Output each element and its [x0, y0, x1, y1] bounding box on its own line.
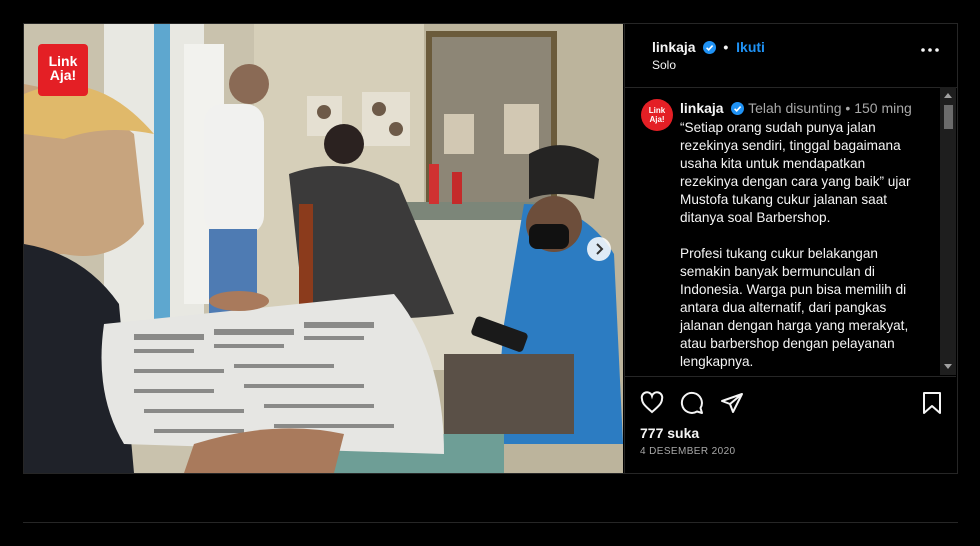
caption-username[interactable]: linkaja — [680, 100, 724, 116]
instagram-post: Link Aja! linkaja • Ikuti Solo Link Aja!… — [23, 23, 958, 474]
avatar[interactable]: Link Aja! — [641, 99, 673, 131]
scroll-up-arrow[interactable] — [944, 93, 952, 98]
caption-meta: linkaja Telah disunting • 150 ming — [680, 100, 912, 116]
caption-time[interactable]: 150 ming — [854, 100, 912, 116]
verified-badge-icon — [703, 41, 717, 54]
meta-separator: • — [845, 100, 851, 116]
svg-text:Aja!: Aja! — [649, 115, 664, 124]
caption-paragraph: “Setiap orang sudah punya jalan rezekiny… — [680, 120, 911, 225]
caption-paragraph: Profesi tukang cukur belakangan semakin … — [680, 246, 909, 369]
chevron-right-icon — [596, 243, 604, 255]
post-header: linkaja • Ikuti Solo — [625, 24, 957, 88]
post-actions: 777 suka 4 DESEMBER 2020 — [625, 376, 956, 474]
svg-text:Link: Link — [649, 106, 666, 115]
caption-scrollbar[interactable] — [940, 87, 956, 375]
more-dots-icon[interactable] — [921, 48, 939, 52]
caption-text: “Setiap orang sudah punya jalan rezekiny… — [680, 119, 920, 375]
dot-separator: • — [723, 39, 729, 55]
barbershop-photo — [24, 24, 623, 473]
scroll-thumb[interactable] — [944, 105, 953, 129]
scroll-down-arrow[interactable] — [944, 364, 952, 369]
location-link[interactable]: Solo — [652, 58, 676, 72]
header-user: linkaja • Ikuti — [652, 39, 765, 55]
comment-icon[interactable] — [680, 391, 704, 415]
divider — [23, 522, 958, 523]
post-side-panel: linkaja • Ikuti Solo Link Aja! linkaja T… — [624, 24, 957, 473]
post-photo[interactable]: Link Aja! — [24, 24, 623, 473]
share-icon[interactable] — [720, 391, 744, 415]
caption-area[interactable]: Link Aja! linkaja Telah disunting • 150 … — [625, 87, 956, 375]
like-count[interactable]: 777 suka — [640, 425, 699, 441]
linkaja-logo: Link Aja! — [38, 44, 88, 96]
verified-badge-icon — [731, 102, 745, 115]
username-link[interactable]: linkaja — [652, 39, 696, 55]
bookmark-icon[interactable] — [921, 391, 943, 415]
heart-icon[interactable] — [640, 391, 664, 415]
post-date[interactable]: 4 DESEMBER 2020 — [640, 446, 736, 457]
follow-button[interactable]: Ikuti — [736, 39, 765, 55]
next-photo-button[interactable] — [587, 237, 611, 261]
edited-label: Telah disunting — [748, 100, 842, 116]
